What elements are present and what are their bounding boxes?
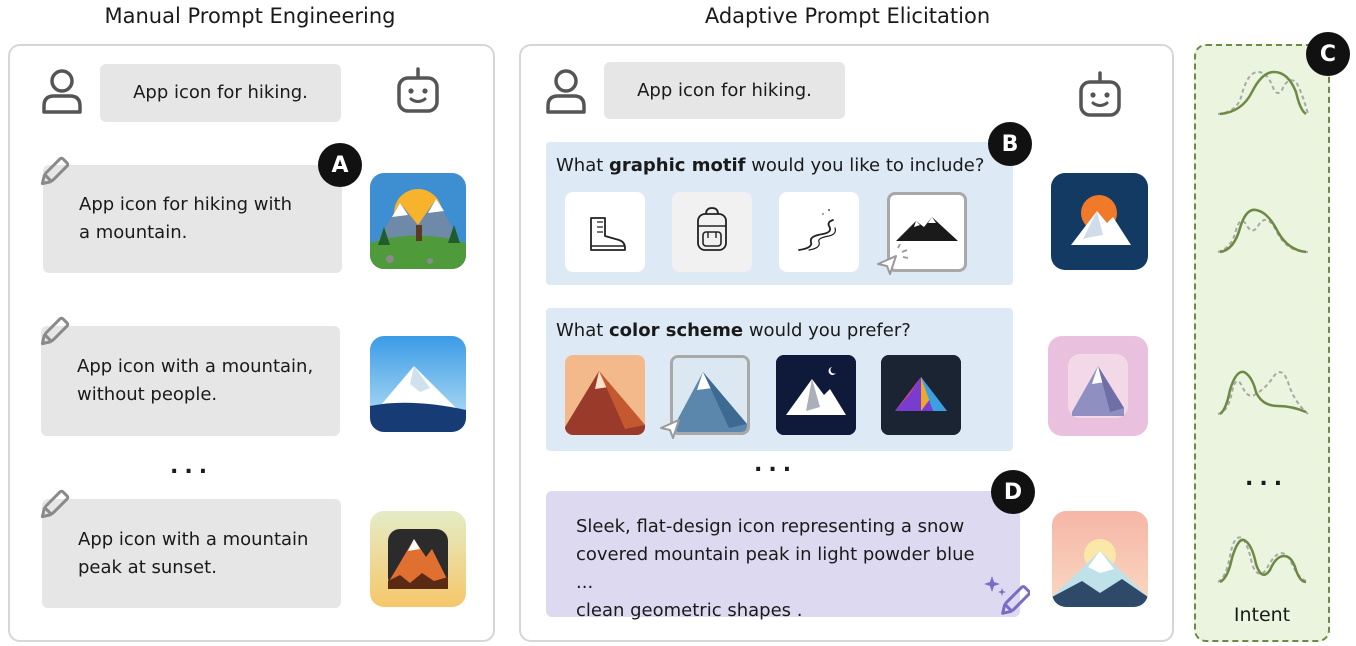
badge-d: D — [991, 470, 1035, 514]
user-prompt-bubble: App icon for hiking. — [100, 64, 341, 122]
color-option-neon[interactable] — [881, 355, 961, 435]
intent-distribution-4 — [1217, 536, 1309, 584]
ellipsis: ... — [1245, 466, 1289, 491]
generated-icon-color — [1048, 336, 1148, 436]
final-prompt-text: Sleek, flat-design icon representing a s… — [576, 516, 975, 621]
pencil-icon — [40, 489, 70, 519]
refinement-bubble: App icon with a mountain, without people… — [41, 326, 340, 436]
backpack-icon — [697, 207, 727, 251]
hiking-icon-3 — [370, 511, 466, 607]
robot-icon — [1079, 71, 1121, 117]
user-icon — [42, 69, 82, 114]
robot-icon — [397, 67, 439, 113]
user-prompt-text: App icon for hiking. — [133, 82, 308, 103]
color-option-night[interactable] — [776, 355, 856, 435]
neon-mountain-icon — [881, 355, 961, 435]
motif-option-trail[interactable] — [779, 192, 859, 272]
generated-icon-motif — [1051, 173, 1148, 270]
trail-icon — [798, 209, 836, 251]
refinement-text: App icon with a mountain peak at sunset. — [78, 528, 309, 578]
motif-option-boot[interactable] — [565, 192, 645, 272]
question-motif-text: What graphic motif would you like to inc… — [556, 155, 985, 176]
motif-option-backpack[interactable] — [672, 192, 752, 272]
magic-pencil-icon — [984, 576, 1030, 615]
refinement-text: App icon with a mountain, without people… — [77, 356, 314, 405]
intent-distribution-1 — [1217, 70, 1309, 116]
generated-icon-final — [1052, 511, 1148, 607]
hiking-icon-1 — [370, 173, 466, 269]
badge-b: B — [988, 122, 1032, 166]
manual-prompt-title: Manual Prompt Engineering — [104, 4, 396, 28]
sunset-mountain-icon — [565, 355, 645, 435]
ellipsis: ... — [170, 454, 214, 479]
ellipsis: ... — [754, 452, 798, 477]
boot-icon — [590, 217, 626, 251]
user-prompt-bubble: App icon for hiking. — [604, 62, 845, 119]
pencil-icon — [40, 156, 70, 186]
refinement-text: App icon for hiking with a mountain. — [79, 194, 292, 243]
question-color-text: What color scheme would you prefer? — [556, 320, 911, 341]
cursor-click-icon — [877, 244, 909, 275]
hiking-icon-2 — [370, 336, 466, 432]
pencil-icon — [40, 316, 70, 346]
user-prompt-text: App icon for hiking. — [637, 79, 812, 101]
badge-c: C — [1306, 32, 1350, 76]
user-icon — [546, 69, 586, 114]
intent-label: Intent — [1233, 604, 1291, 626]
refinement-bubble: App icon for hiking with a mountain. — [43, 165, 342, 273]
night-mountain-icon — [776, 355, 856, 435]
badge-a: A — [318, 143, 362, 187]
color-option-sunset[interactable] — [565, 355, 645, 435]
intent-distribution-3 — [1217, 370, 1309, 416]
intent-distribution-2 — [1217, 208, 1309, 254]
adaptive-prompt-title: Adaptive Prompt Elicitation — [704, 4, 991, 28]
final-prompt-bubble: Sleek, flat-design icon representing a s… — [546, 491, 1020, 621]
cursor-icon — [660, 419, 680, 439]
refinement-bubble: App icon with a mountain peak at sunset. — [42, 499, 341, 608]
